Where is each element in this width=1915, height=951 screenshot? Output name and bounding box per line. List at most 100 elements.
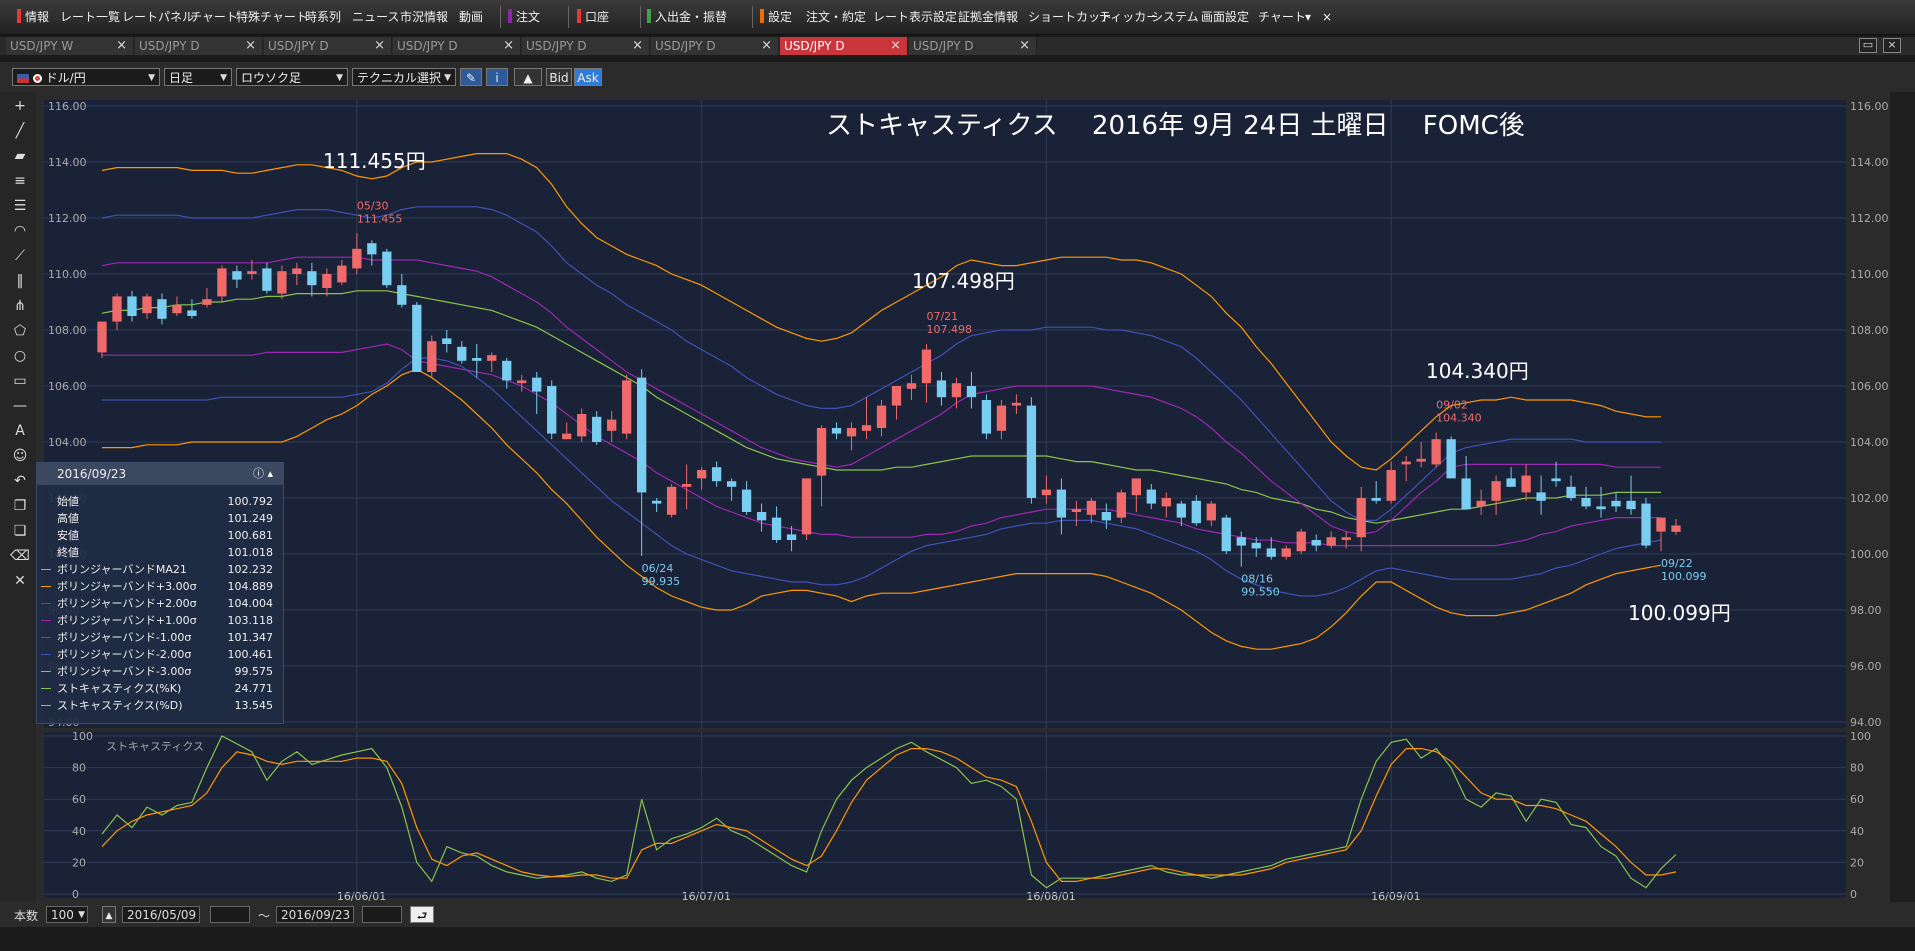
menu-item[interactable]: 情報: [17, 7, 49, 27]
bid-button[interactable]: Bid: [546, 68, 572, 86]
chart-tab[interactable]: USD/JPY D ×: [393, 37, 521, 55]
tab-close-icon[interactable]: ×: [890, 37, 901, 55]
horizontal-line-icon[interactable]: —: [10, 396, 30, 416]
menu-item[interactable]: システム: [1151, 7, 1199, 27]
menu-item[interactable]: 画面設定: [1201, 7, 1249, 27]
menu-item-label: 口座: [585, 10, 610, 24]
info-row-label: ボリンジャーバンド-3.00σ: [57, 665, 192, 678]
info-row-value: 101.249: [227, 512, 274, 525]
candle-body: [921, 349, 932, 384]
ruler-icon[interactable]: ▰: [10, 146, 30, 166]
info-row-label: 終値: [57, 546, 79, 559]
chart-tab[interactable]: USD/JPY D ×: [522, 37, 650, 55]
emoji-icon[interactable]: ☺: [10, 446, 30, 466]
candle-body: [801, 478, 812, 535]
trendline-icon[interactable]: ╱: [10, 121, 30, 141]
info-panel-header: 2016/09/23 ⓘ ▴: [37, 463, 283, 485]
close-icon[interactable]: ×: [1322, 7, 1332, 27]
menu-item[interactable]: 口座: [577, 7, 609, 27]
menu-item[interactable]: 注文・約定: [806, 7, 866, 27]
paste-icon[interactable]: ❏: [10, 521, 30, 541]
menu-item[interactable]: ティッカー: [1099, 7, 1158, 27]
tab-close-icon[interactable]: ×: [245, 37, 256, 55]
x-tick-label: 16/07/01: [682, 890, 731, 902]
tab-close-icon[interactable]: ×: [1019, 37, 1030, 55]
menu-item[interactable]: ニュース: [352, 7, 399, 27]
to-date-field[interactable]: 2016/09/23: [276, 906, 354, 923]
candle-body: [816, 428, 827, 476]
candle-body: [442, 338, 452, 344]
channel-icon[interactable]: ☰: [10, 196, 30, 216]
tab-close-icon[interactable]: ×: [116, 37, 127, 55]
menu-item[interactable]: チャート: [1258, 7, 1306, 27]
menu-item[interactable]: 特殊チャート: [236, 7, 308, 27]
timeframe-select[interactable]: 日足 ▼: [164, 68, 232, 86]
menu-item[interactable]: レートパネル: [122, 7, 194, 27]
info-row: ボリンジャーバンド-2.00σ 100.461: [37, 646, 283, 663]
info-icon[interactable]: i: [486, 68, 508, 86]
chart-tab[interactable]: USD/JPY D ×: [264, 37, 392, 55]
candle-body: [1281, 548, 1291, 557]
chart-type-select[interactable]: ロウソク足 ▼: [236, 68, 348, 86]
chart-tab[interactable]: USD/JPY W ×: [6, 37, 134, 55]
chart-tab[interactable]: USD/JPY D ×: [780, 37, 908, 55]
menu-item[interactable]: 時系列: [305, 7, 341, 27]
tab-close-icon[interactable]: ×: [761, 37, 772, 55]
tab-close-icon[interactable]: ×: [374, 37, 385, 55]
from-time-field[interactable]: [210, 906, 250, 923]
close-window-icon[interactable]: ×: [1883, 38, 1901, 53]
eraser-icon[interactable]: ⌫: [10, 546, 30, 566]
count-select[interactable]: 100 ▼: [46, 906, 88, 923]
tab-close-icon[interactable]: ×: [503, 37, 514, 55]
menu-item[interactable]: チャート: [190, 7, 238, 27]
chart-tab[interactable]: USD/JPY D ×: [135, 37, 263, 55]
fan-icon[interactable]: ⟋: [10, 246, 30, 266]
menu-item[interactable]: 設定: [760, 7, 792, 27]
copy-icon[interactable]: ❐: [10, 496, 30, 516]
currency-pair-select[interactable]: ドル/円 ▼: [12, 68, 160, 86]
technical-select[interactable]: テクニカル選択 ▼: [352, 68, 456, 86]
chart-svg[interactable]: 116.00 116.00 114.00 114.00 112.00 112.00 110.…: [36, 92, 1890, 903]
area-chart-icon[interactable]: ▲: [514, 68, 542, 86]
clear-icon[interactable]: ✕: [10, 571, 30, 591]
horizontal-lines-icon[interactable]: ≡: [10, 171, 30, 191]
from-date-field[interactable]: 2016/05/09: [122, 906, 200, 923]
to-time-field[interactable]: [362, 906, 402, 923]
y-tick-label-left: 110.00: [48, 268, 87, 281]
candle-body: [202, 299, 212, 305]
ask-button[interactable]: Ask: [574, 68, 602, 86]
candle-body: [1146, 489, 1156, 504]
menu-item[interactable]: 動画: [459, 7, 483, 27]
menu-item[interactable]: レート表示設定: [873, 7, 957, 27]
vertical-lines-icon[interactable]: ‖: [10, 271, 30, 291]
rectangle-icon[interactable]: ▭: [10, 371, 30, 391]
chart-tab[interactable]: USD/JPY D ×: [909, 37, 1037, 55]
tab-close-icon[interactable]: ×: [632, 37, 643, 55]
candle-body: [1506, 478, 1516, 487]
info-collapse-icon[interactable]: ⓘ ▴: [253, 463, 273, 485]
menu-item[interactable]: 証拠金情報: [958, 7, 1018, 27]
chart-panel[interactable]: 116.00 116.00 114.00 114.00 112.00 112.00 110.…: [36, 92, 1890, 903]
menu-item[interactable]: レート一覧: [60, 7, 120, 27]
circle-icon[interactable]: ○: [10, 346, 30, 366]
pencil-icon[interactable]: ✎: [460, 68, 482, 86]
pitchfork-icon[interactable]: ⋔: [10, 296, 30, 316]
undo-icon[interactable]: ↶: [10, 471, 30, 491]
candle-body: [142, 296, 152, 314]
chevron-down-icon[interactable]: ▾: [1305, 7, 1311, 27]
menu-item[interactable]: 注文: [508, 7, 540, 27]
chart-tab[interactable]: USD/JPY D ×: [651, 37, 779, 55]
menu-item[interactable]: 市況情報: [400, 7, 448, 27]
chevron-down-icon: ▼: [148, 73, 155, 83]
series-swatch: [41, 654, 51, 655]
crosshair-icon[interactable]: +: [10, 96, 30, 116]
up-arrow-icon[interactable]: ▲: [102, 906, 116, 923]
menu-item[interactable]: 入出金・振替: [647, 7, 727, 27]
candle-body: [1041, 489, 1052, 496]
fibonacci-arc-icon[interactable]: ◠: [10, 221, 30, 241]
restore-window-icon[interactable]: ▭: [1859, 38, 1877, 53]
text-icon[interactable]: A: [10, 421, 30, 441]
return-icon[interactable]: ⮐: [410, 906, 434, 923]
candle-body: [771, 517, 782, 540]
pentagon-icon[interactable]: ⬠: [10, 321, 30, 341]
